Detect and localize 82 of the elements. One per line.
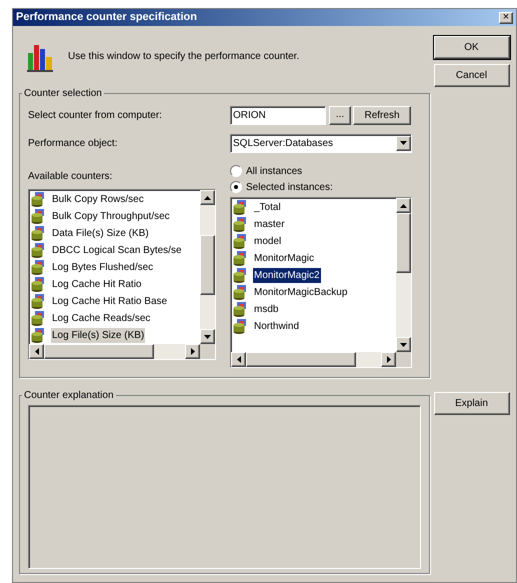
list-box[interactable]	[28, 189, 216, 360]
database-icon	[233, 234, 247, 249]
list-item[interactable]: Bulk Copy Rows/sec	[51, 192, 145, 207]
database-icon	[233, 268, 247, 283]
ok-button[interactable]: OK	[434, 36, 510, 59]
intro-text: Use this window to specify the performance counter.	[68, 50, 300, 64]
radio-button[interactable]	[230, 165, 242, 177]
list-item[interactable]: Log Cache Reads/sec	[51, 311, 152, 326]
group-title: Counter explanation	[23, 389, 115, 403]
list-item[interactable]: DBCC Logical Scan Bytes/se	[51, 243, 183, 258]
database-icon	[31, 311, 45, 326]
list-item[interactable]: MonitorMagicBackup	[253, 285, 348, 300]
vertical-scrollbar[interactable]	[200, 190, 215, 344]
down-arrow-icon	[203, 334, 212, 340]
database-icon	[233, 319, 247, 334]
database-icon	[31, 209, 45, 224]
scrollbar-thumb[interactable]	[44, 344, 154, 359]
up-arrow-icon	[399, 202, 408, 208]
scroll-down-button[interactable]	[200, 329, 215, 344]
list-item[interactable]: Data File(s) Size (KB)	[51, 226, 150, 241]
database-icon	[233, 251, 247, 266]
radio-option[interactable]: All instances	[230, 163, 412, 179]
field-label: Performance object:	[28, 136, 118, 150]
list-item[interactable]: master	[253, 217, 286, 232]
scroll-left-button[interactable]	[231, 352, 246, 367]
radio-button[interactable]	[230, 181, 242, 193]
database-icon	[233, 302, 247, 317]
horizontal-scrollbar[interactable]	[29, 344, 200, 359]
close-button[interactable]: ×	[499, 12, 513, 24]
list-item[interactable]: Log Cache Hit Ratio Base	[51, 294, 168, 309]
field-label: Select counter from computer:	[28, 108, 163, 122]
explain-button[interactable]: Explain	[434, 392, 510, 415]
database-icon	[31, 243, 45, 258]
scroll-up-button[interactable]	[396, 198, 411, 213]
left-arrow-icon	[34, 347, 40, 356]
list-item[interactable]: msdb	[253, 302, 280, 317]
list-item[interactable]: Log Cache Hit Ratio	[51, 277, 142, 292]
object-dropdown[interactable]: SQLServer:Databases	[230, 134, 412, 152]
list-item[interactable]: Northwind	[253, 319, 300, 334]
browse-button[interactable]: ...	[329, 106, 351, 124]
list-item[interactable]: Bulk Copy Throughput/sec	[51, 209, 171, 224]
database-icon	[31, 277, 45, 292]
vertical-scrollbar[interactable]	[396, 198, 411, 352]
scrollbar-corner	[200, 344, 215, 359]
database-icon	[31, 294, 45, 309]
scrollbar-corner	[396, 352, 411, 367]
list-item[interactable]: Log File(s) Size (KB)	[51, 328, 146, 343]
list-label: Available counters:	[28, 170, 114, 184]
scroll-right-button[interactable]	[185, 344, 200, 359]
horizontal-scrollbar[interactable]	[231, 352, 396, 367]
window-title: Performance counter specification	[16, 12, 197, 23]
scrollbar-thumb[interactable]	[246, 352, 356, 367]
database-icon	[31, 226, 45, 241]
database-icon	[233, 200, 247, 215]
dropdown-value: SQLServer:Databases	[233, 136, 334, 150]
up-arrow-icon	[203, 194, 212, 200]
scroll-up-button[interactable]	[200, 190, 215, 205]
left-arrow-icon	[236, 355, 242, 364]
down-arrow-icon	[399, 342, 408, 348]
list-item[interactable]: Log Bytes Flushed/sec	[51, 260, 154, 275]
list-item[interactable]: _Total	[253, 200, 282, 215]
refresh-button[interactable]: Refresh	[353, 106, 411, 124]
scrollbar-thumb[interactable]	[396, 213, 411, 273]
cancel-button[interactable]: Cancel	[434, 64, 510, 87]
right-arrow-icon	[386, 355, 392, 364]
computer-field[interactable]: ORION	[230, 106, 326, 124]
database-icon	[233, 217, 247, 232]
list-item[interactable]: MonitorMagic	[253, 251, 316, 266]
scroll-right-button[interactable]	[381, 352, 396, 367]
database-icon	[31, 192, 45, 207]
list-box[interactable]: _Total master model MonitorMagic MonitorMagic2 MonitorMagicBackup msdb Northwind	[230, 197, 412, 368]
scroll-down-button[interactable]	[396, 337, 411, 352]
radio-option[interactable]: Selected instances:	[230, 179, 412, 195]
database-icon	[31, 328, 45, 343]
scroll-left-button[interactable]	[29, 344, 44, 359]
database-icon	[31, 260, 45, 275]
list-item[interactable]: model	[253, 234, 282, 249]
scrollbar-thumb[interactable]	[200, 235, 215, 295]
list-item[interactable]: MonitorMagic2	[253, 268, 321, 283]
database-icon	[233, 285, 247, 300]
right-arrow-icon	[190, 347, 196, 356]
group-title: Counter selection	[23, 87, 103, 101]
